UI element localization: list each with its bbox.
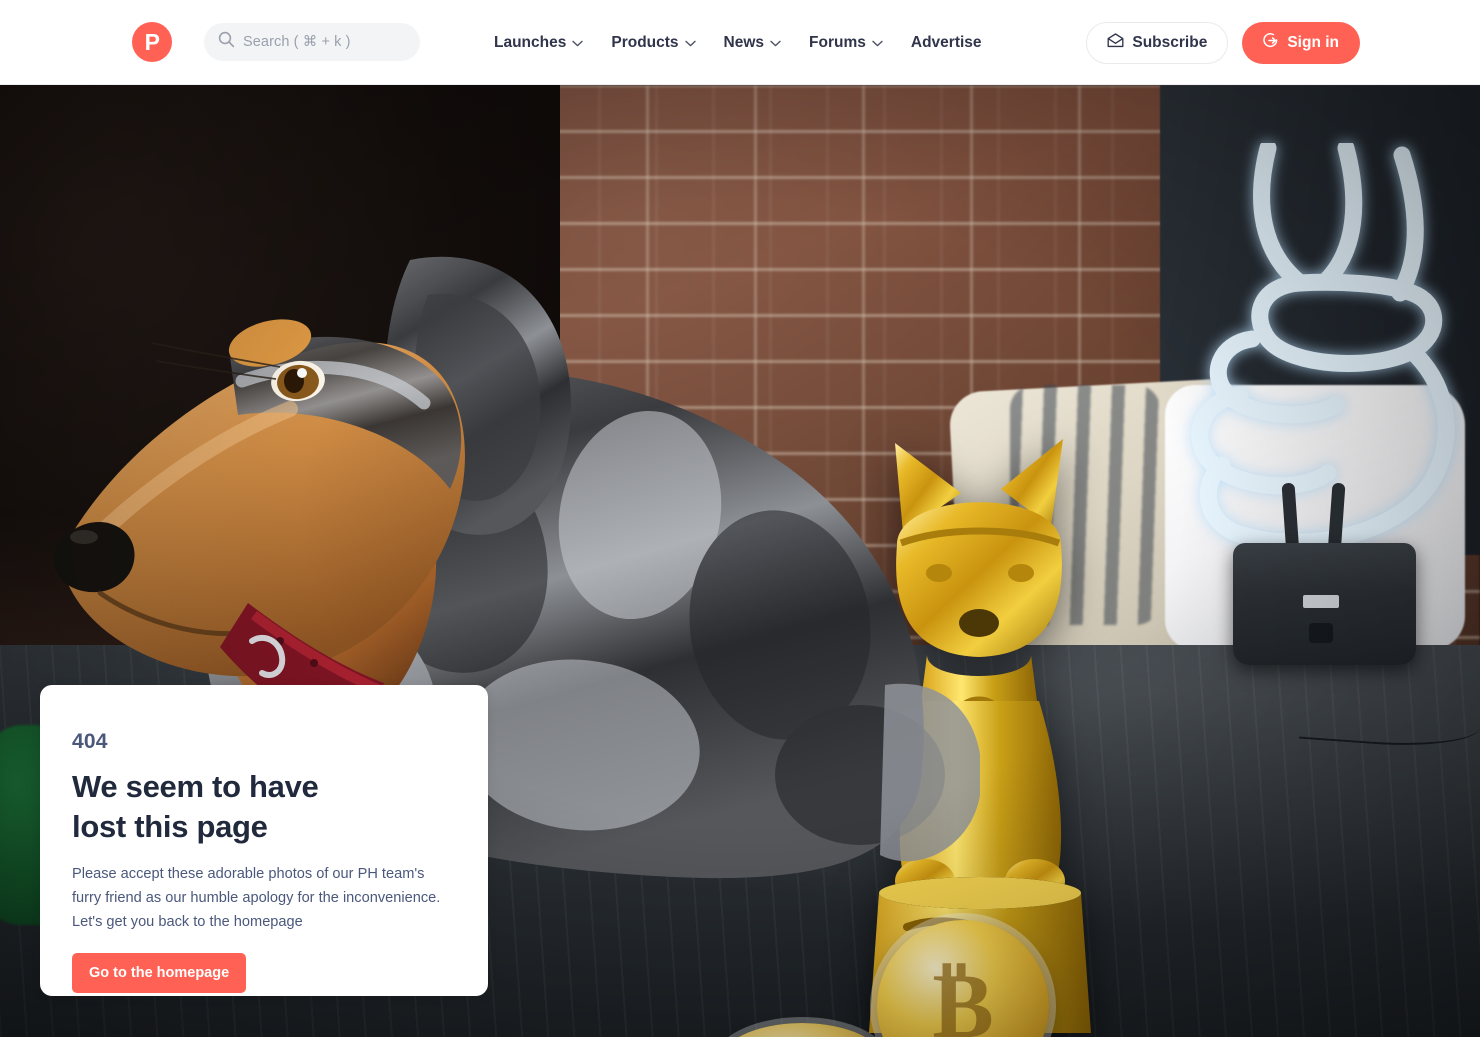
chevron-down-icon bbox=[684, 34, 696, 52]
sign-in-button[interactable]: Sign in bbox=[1242, 21, 1360, 64]
lamp-plug bbox=[1309, 623, 1333, 643]
search-input[interactable]: Search ( ⌘ + k ) bbox=[204, 23, 420, 61]
nav-label-forums: Forums bbox=[809, 33, 866, 51]
header-actions: Subscribe Sign in bbox=[1086, 0, 1360, 85]
nav-item-products[interactable]: Products bbox=[611, 33, 696, 52]
search-icon bbox=[218, 31, 235, 53]
chevron-down-icon bbox=[770, 34, 781, 52]
envelope-icon bbox=[1107, 32, 1124, 53]
lamp-switch bbox=[1303, 595, 1339, 608]
page-title-line-1: We seem to have bbox=[72, 769, 319, 804]
nav-item-news[interactable]: News bbox=[724, 34, 782, 52]
login-arrow-icon bbox=[1263, 32, 1280, 54]
error-card: 404 We seem to have lost this page Pleas… bbox=[40, 685, 488, 996]
subscribe-label: Subscribe bbox=[1132, 33, 1208, 51]
subscribe-button[interactable]: Subscribe bbox=[1086, 21, 1229, 64]
nav-label-launches: Launches bbox=[494, 33, 567, 51]
chevron-down-icon bbox=[572, 34, 584, 52]
nav-label-products: Products bbox=[611, 33, 679, 51]
nav-item-advertise[interactable]: Advertise bbox=[911, 34, 982, 52]
neon-peace-sign-icon bbox=[1150, 143, 1480, 573]
nav-item-launches[interactable]: Launches bbox=[494, 33, 584, 52]
error-code: 404 bbox=[72, 730, 108, 753]
page-title-line-2: lost this page bbox=[72, 808, 268, 844]
go-to-homepage-button[interactable]: Go to the homepage bbox=[72, 952, 247, 993]
search-placeholder: Search ( ⌘ + k ) bbox=[243, 34, 351, 50]
site-header: P Search ( ⌘ + k ) Launches Products New… bbox=[0, 0, 1480, 85]
chevron-down-icon bbox=[872, 34, 883, 52]
nav-item-forums[interactable]: Forums bbox=[809, 34, 883, 52]
error-description: Please accept these adorable photos of o… bbox=[72, 866, 441, 930]
sign-in-label: Sign in bbox=[1287, 33, 1339, 51]
main-navigation: Launches Products News Forums Advertise bbox=[494, 0, 982, 85]
lamp-base bbox=[1233, 543, 1416, 665]
page-root: P Search ( ⌘ + k ) Launches Products New… bbox=[0, 0, 1480, 1037]
product-hunt-logo[interactable]: P bbox=[132, 22, 172, 62]
page-title: We seem to have lost this page bbox=[72, 767, 452, 846]
nav-label-advertise: Advertise bbox=[910, 33, 982, 51]
nav-label-news: News bbox=[723, 33, 765, 51]
logo-letter: P bbox=[144, 28, 160, 55]
